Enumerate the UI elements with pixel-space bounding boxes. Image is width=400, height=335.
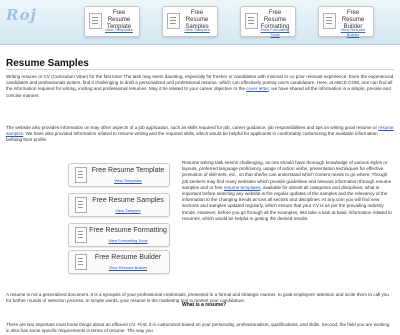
header-button-template[interactable]: Free Resume Template View Templates (84, 6, 140, 37)
header-button-link[interactable]: View Formatting Tools (257, 27, 293, 37)
paragraph-text: , available for almost all categories an… (182, 184, 392, 221)
header-button-link[interactable]: View Templates (101, 27, 137, 32)
resume-definition-paragraph: A resume is not a generalized document. … (6, 292, 389, 304)
header-button-link[interactable]: View Resume Builder (335, 27, 371, 37)
side-card-link[interactable]: View Samples (89, 208, 167, 213)
side-card-link[interactable]: View Formatting Tools (89, 238, 167, 243)
side-card-link[interactable]: View Templates (89, 178, 167, 183)
side-card-formatting[interactable]: Free Resume Formatting View Formatting T… (68, 223, 170, 247)
page-title: Resume Samples (6, 58, 89, 69)
side-card-title: Free Resume Formatting (89, 227, 167, 234)
document-icon (75, 197, 87, 213)
side-card-title: Free Resume Samples (92, 197, 164, 204)
document-icon (75, 227, 87, 243)
side-card-samples[interactable]: Free Resume Samples View Samples (68, 193, 170, 217)
document-icon (75, 254, 87, 270)
side-card-template[interactable]: Free Resume Template View Templates (68, 163, 170, 187)
side-card-builder[interactable]: Free Resume Builder View Resume Builder (68, 250, 170, 274)
side-card-title: Free Resume Builder (94, 254, 162, 261)
side-card-link[interactable]: View Resume Builder (89, 265, 167, 270)
cover-letter-link[interactable]: cover letter (246, 86, 268, 91)
side-card-title: Free Resume Template (91, 167, 165, 174)
document-icon (75, 167, 87, 183)
intro-paragraph: Writing resume or CV (Curriculum Vitae) … (6, 74, 394, 99)
header-button-formatting[interactable]: Free Resume Formatting View Formatting T… (240, 6, 296, 37)
header-button-link[interactable]: View Samples (179, 27, 215, 32)
title-divider (6, 69, 394, 70)
info-paragraph: The website also provides information on… (6, 125, 394, 144)
site-header: Roj Free Resume Template View Templates … (0, 0, 400, 45)
resume-templates-link[interactable]: resume templates (224, 185, 261, 190)
resume-writing-paragraph: Resume writing task seems challenging, a… (182, 160, 394, 222)
header-button-samples[interactable]: Free Resume Samples View Samples (162, 6, 218, 37)
site-logo[interactable]: Roj (6, 6, 37, 24)
paragraph-text: . We have also provided information rela… (6, 131, 378, 143)
paragraph-text: The website also provides information on… (6, 125, 379, 130)
header-button-builder[interactable]: Free Resume Builder View Resume Builder (318, 6, 374, 37)
efficient-cv-paragraph: There are two important must know things… (6, 322, 390, 334)
